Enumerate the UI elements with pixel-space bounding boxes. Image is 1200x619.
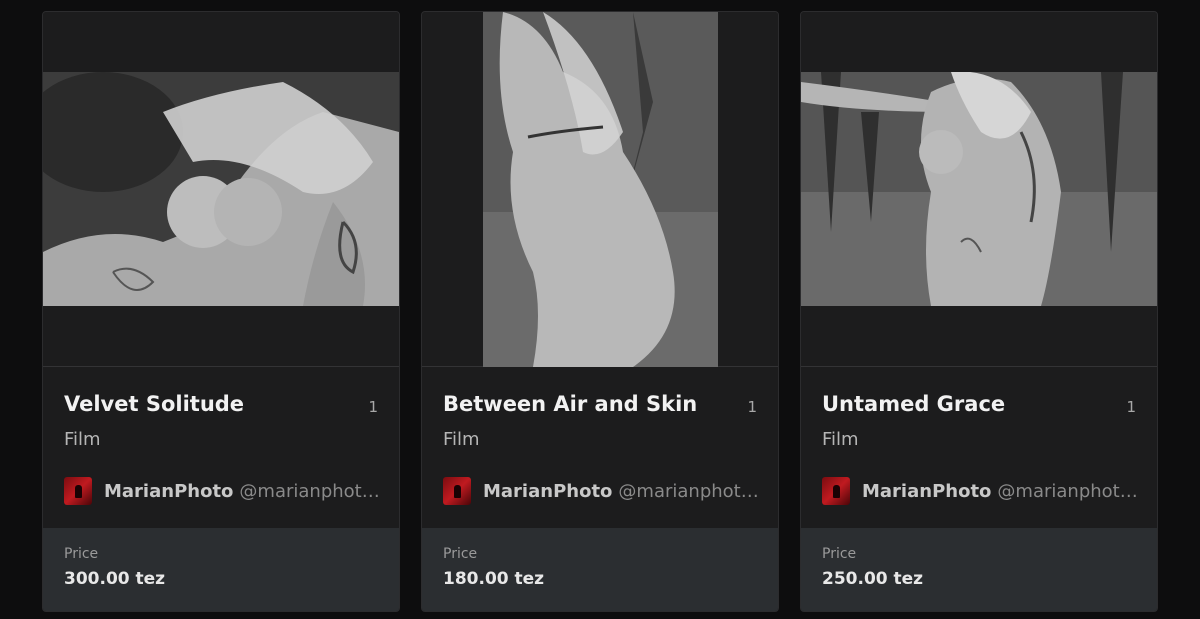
avatar[interactable]	[822, 477, 850, 505]
artwork-media[interactable]	[422, 12, 778, 367]
artwork-title[interactable]: Untamed Grace	[822, 392, 1092, 416]
price-value: 250.00 tez	[822, 569, 924, 589]
artwork-category: Film	[822, 429, 859, 450]
creator-link[interactable]: MarianPhoto @marianphotography	[822, 476, 1142, 506]
creator-link[interactable]: MarianPhoto @marianphotography	[64, 476, 384, 506]
edition-count: 1	[368, 398, 378, 416]
price-value: 180.00 tez	[443, 569, 545, 589]
artwork-media[interactable]	[801, 12, 1157, 367]
creator-link[interactable]: MarianPhoto @marianphotography	[443, 476, 763, 506]
artwork-image[interactable]	[483, 12, 718, 367]
price-value: 300.00 tez	[64, 569, 166, 589]
creator-name[interactable]: MarianPhoto	[104, 481, 233, 502]
avatar[interactable]	[443, 477, 471, 505]
artwork-media[interactable]	[43, 12, 399, 367]
artwork-grid: Velvet Solitude 1 Film MarianPhoto @mari…	[0, 0, 1200, 619]
price-section: Price 180.00 tez	[422, 528, 778, 611]
price-section: Price 250.00 tez	[801, 528, 1157, 611]
artwork-info: Between Air and Skin 1 Film MarianPhoto …	[422, 368, 778, 528]
creator-name[interactable]: MarianPhoto	[862, 481, 991, 502]
artwork-info: Untamed Grace 1 Film MarianPhoto @marian…	[801, 368, 1157, 528]
artwork-title[interactable]: Velvet Solitude	[64, 392, 334, 416]
edition-count: 1	[747, 398, 757, 416]
artwork-category: Film	[443, 429, 480, 450]
artwork-image[interactable]	[801, 72, 1157, 306]
creator-handle[interactable]: @marianphotography	[618, 481, 763, 502]
artwork-card[interactable]: Untamed Grace 1 Film MarianPhoto @marian…	[800, 11, 1158, 612]
avatar[interactable]	[64, 477, 92, 505]
artwork-card[interactable]: Between Air and Skin 1 Film MarianPhoto …	[421, 11, 779, 612]
artwork-title[interactable]: Between Air and Skin	[443, 392, 713, 416]
price-label: Price	[443, 546, 478, 562]
edition-count: 1	[1126, 398, 1136, 416]
creator-handle[interactable]: @marianphotography	[997, 481, 1142, 502]
artwork-info: Velvet Solitude 1 Film MarianPhoto @mari…	[43, 368, 399, 528]
artwork-card[interactable]: Velvet Solitude 1 Film MarianPhoto @mari…	[42, 11, 400, 612]
price-section: Price 300.00 tez	[43, 528, 399, 611]
price-label: Price	[822, 546, 857, 562]
creator-handle[interactable]: @marianphotography	[239, 481, 384, 502]
creator-name[interactable]: MarianPhoto	[483, 481, 612, 502]
price-label: Price	[64, 546, 99, 562]
artwork-category: Film	[64, 429, 101, 450]
artwork-image[interactable]	[43, 72, 399, 306]
